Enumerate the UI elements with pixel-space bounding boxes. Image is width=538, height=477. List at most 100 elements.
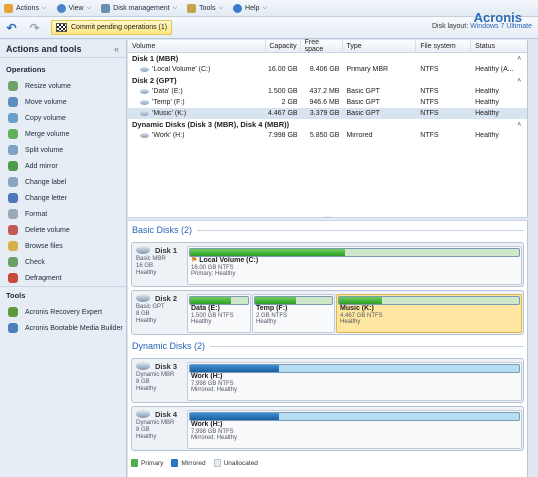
help-icon xyxy=(233,3,243,13)
panel-splitter[interactable]: ··· xyxy=(128,214,528,221)
column-header-type[interactable]: Type xyxy=(343,40,417,52)
disk-type: Basic GPT xyxy=(136,304,165,310)
table-group-header[interactable]: Disk 2 (GPT) ˄ xyxy=(128,75,527,86)
chevron-down-icon: ⌵ xyxy=(86,4,92,11)
capacity-cell: 16.00 GB xyxy=(267,66,298,73)
partition-music-k[interactable]: Music (K:) 4.467 GB NTFS Healthy xyxy=(336,294,522,333)
legend-item-mirrored: Mirrored xyxy=(171,459,206,467)
splitter-grip-icon[interactable]: ··· xyxy=(324,214,331,221)
sidebar-item-acronis-bootable-media-builder[interactable]: Acronis Bootable Media Builder xyxy=(0,320,126,336)
disk-1-info: Disk 1 Basic MBR 16 GB Healthy xyxy=(132,243,186,286)
menu-actions[interactable]: Actions ⌵ xyxy=(4,3,47,13)
recovery-expert-icon xyxy=(8,307,18,317)
column-header-status[interactable]: Status xyxy=(471,40,527,52)
partition-work-h[interactable]: Work (H:) 7.998 GB NTFS Mirrored; Healthy xyxy=(187,362,522,401)
disk-name: Disk 1 xyxy=(155,245,178,255)
disk-status: Healthy xyxy=(136,434,157,440)
table-row[interactable]: 'Data' (E:) 1.500 GB 437.2 MB Basic GPT NTFS… xyxy=(128,86,527,97)
menu-help[interactable]: Help ⌵ xyxy=(233,3,267,13)
toolbar: ↶ ↷ Commit pending operations (1) Disk l… xyxy=(0,10,538,39)
sidebar-item-split-volume[interactable]: Split volume xyxy=(0,142,126,158)
column-header-free-space[interactable]: Free space xyxy=(301,39,343,53)
free-space-cell: 437.2 MB xyxy=(309,88,340,95)
usage-bar xyxy=(338,296,520,305)
collapse-group-icon[interactable]: ˄ xyxy=(517,122,521,128)
menu-view[interactable]: View ⌵ xyxy=(56,3,92,13)
group-title: Disk 2 (GPT) xyxy=(132,76,177,85)
partition-local-volume-c[interactable]: ⚑ Local Volume (C:) 16.00 GB NTFS Primar… xyxy=(187,246,522,285)
column-header-volume[interactable]: Volume xyxy=(128,40,266,52)
sidebar-item-label: Delete volume xyxy=(25,226,70,234)
split-volume-icon xyxy=(8,145,18,155)
table-row[interactable]: 'Temp' (F:) 2 GB 946.6 MB Basic GPT NTFS Heal… xyxy=(128,97,527,108)
disk-1-card[interactable]: Disk 1 Basic MBR 16 GB Healthy ⚑ Local V… xyxy=(131,242,524,287)
disk-2-card[interactable]: Disk 2 Basic GPT 8 GB Healthy Data (E:) 1… xyxy=(131,290,524,335)
usage-fill xyxy=(190,413,279,420)
partition-status: Healthy xyxy=(256,319,277,325)
disk-size: 8 GB xyxy=(136,311,150,317)
sidebar-item-acronis-recovery-expert[interactable]: Acronis Recovery Expert xyxy=(0,304,126,320)
undo-icon[interactable]: ↶ xyxy=(5,21,18,35)
hard-disk-icon xyxy=(136,410,150,418)
collapse-group-icon[interactable]: ˄ xyxy=(517,56,521,62)
disk-2-name: Disk 2 xyxy=(136,294,182,302)
sidebar-header: Actions and tools « xyxy=(0,40,126,58)
usage-fill xyxy=(339,297,383,304)
partition-detail: 1.500 GB NTFS xyxy=(191,312,234,319)
table-group-header[interactable]: Disk 1 (MBR) ˄ xyxy=(128,53,527,64)
partition-text: Work (H:) 7.998 GB NTFS Mirrored; Healthy xyxy=(189,373,520,395)
column-header-file-system[interactable]: File system xyxy=(416,40,472,52)
legend-label: Unallocated xyxy=(223,459,258,467)
group-title: Disk 1 (MBR) xyxy=(132,54,179,63)
group-title: Dynamic Disks (Disk 3 (MBR), Disk 4 (MBR… xyxy=(132,120,290,129)
volume-name: 'Temp' (F:) xyxy=(152,99,185,106)
partition-work-h[interactable]: Work (H:) 7.998 GB NTFS Mirrored; Healthy xyxy=(187,410,522,449)
table-group-header[interactable]: Dynamic Disks (Disk 3 (MBR), Disk 4 (MBR… xyxy=(128,119,527,130)
sidebar-item-change-label[interactable]: Change label xyxy=(0,174,126,190)
sidebar-item-change-letter[interactable]: Change letter xyxy=(0,190,126,206)
sidebar-item-format[interactable]: Format xyxy=(0,206,126,222)
column-header-capacity[interactable]: Capacity xyxy=(266,40,301,52)
sidebar-item-resize-volume[interactable]: Resize volume xyxy=(0,78,126,94)
table-row[interactable]: 'Music' (K:) 4.467 GB 3.379 GB Basic GPT NTF… xyxy=(128,108,527,119)
partition-text: Music (K:) 4.467 GB NTFS Healthy xyxy=(338,305,520,327)
collapse-sidebar-icon[interactable]: « xyxy=(114,44,119,54)
menu-disk-management[interactable]: Disk management ⌵ xyxy=(101,3,177,13)
disk-3-name: Disk 3 xyxy=(136,362,182,370)
table-row[interactable]: 'Local Volume' (C:) 16.00 GB 8.406 GB Prima… xyxy=(128,64,527,75)
sidebar-item-label: Acronis Bootable Media Builder xyxy=(25,324,123,332)
sidebar-item-merge-volume[interactable]: Merge volume xyxy=(0,126,126,142)
volume-name: 'Data' (E:) xyxy=(152,88,183,95)
disk-name: Disk 3 xyxy=(155,361,178,371)
sidebar-item-check[interactable]: Check xyxy=(0,254,126,270)
sidebar-item-move-volume[interactable]: Move volume xyxy=(0,94,126,110)
commit-pending-button[interactable]: Commit pending operations (1) xyxy=(51,20,173,35)
disk-4-card[interactable]: Disk 4 Dynamic MBR 8 GB Healthy Work (H:… xyxy=(131,406,524,451)
collapse-group-icon[interactable]: ˄ xyxy=(517,78,521,84)
sidebar-item-delete-volume[interactable]: Delete volume xyxy=(0,222,126,238)
free-space-cell: 946.6 MB xyxy=(309,99,340,106)
sidebar-item-defragment[interactable]: Defragment xyxy=(0,270,126,286)
partition-name: Work (H:) xyxy=(191,421,223,428)
sidebar-item-add-mirror[interactable]: Add mirror xyxy=(0,158,126,174)
volume-name: 'Work' (H:) xyxy=(152,132,185,139)
partition-name-text: Local Volume (C:) xyxy=(199,257,259,264)
flag-icon: ⚑ xyxy=(191,257,198,264)
partition-data-e[interactable]: Data (E:) 1.500 GB NTFS Healthy xyxy=(187,294,251,333)
partition-text: Data (E:) 1.500 GB NTFS Healthy xyxy=(189,305,249,327)
capacity-cell: 7.998 GB xyxy=(267,132,298,139)
sidebar-item-copy-volume[interactable]: Copy volume xyxy=(0,110,126,126)
sidebar-item-label: Change label xyxy=(25,178,67,186)
partition-temp-f[interactable]: Temp (F:) 2 GB NTFS Healthy xyxy=(252,294,335,333)
disk-3-card[interactable]: Disk 3 Dynamic MBR 8 GB Healthy Work (H:… xyxy=(131,358,524,403)
hard-disk-icon xyxy=(136,362,150,370)
hard-disk-icon xyxy=(136,246,150,254)
redo-icon[interactable]: ↷ xyxy=(28,21,41,35)
menu-label: Disk management xyxy=(113,4,170,12)
scrollbar[interactable] xyxy=(528,40,538,477)
table-row[interactable]: 'Work' (H:) 7.998 GB 5.850 GB Mirrored NTFS H… xyxy=(128,130,527,141)
sidebar-item-browse-files[interactable]: Browse files xyxy=(0,238,126,254)
menu-tools[interactable]: Tools ⌵ xyxy=(187,3,223,13)
change-letter-icon xyxy=(8,193,18,203)
usage-bar xyxy=(189,412,520,421)
